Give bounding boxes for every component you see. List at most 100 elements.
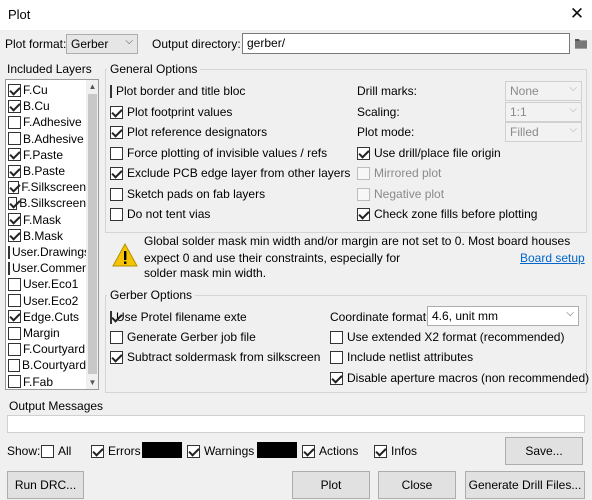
checkbox-unchecked[interactable] (330, 330, 343, 344)
general-option[interactable]: Plot reference designators (110, 125, 267, 139)
gerber-option[interactable]: Subtract soldermask from silkscreen (110, 350, 320, 364)
gerber-option[interactable]: Generate Gerber job file (110, 330, 256, 344)
checkbox-checked[interactable] (8, 148, 21, 162)
layer-item[interactable]: F.Paste (8, 147, 86, 163)
checkbox-checked[interactable] (8, 83, 21, 97)
checkbox-checked[interactable] (110, 125, 123, 139)
checkbox-checked[interactable] (8, 213, 21, 227)
layer-item[interactable]: F.Cu (8, 82, 86, 98)
general-option[interactable]: Exclude PCB edge layer from other layers (110, 166, 350, 180)
layer-item[interactable]: F.Courtyard (8, 341, 86, 357)
checkbox-unchecked[interactable] (110, 187, 123, 201)
checkbox-unchecked[interactable] (8, 245, 10, 259)
checkbox-unchecked[interactable] (41, 444, 54, 458)
checkbox-checked[interactable] (8, 99, 21, 113)
errors-color-swatch[interactable] (142, 442, 182, 458)
layer-item[interactable]: B.Paste (8, 163, 86, 179)
output-directory-input[interactable]: gerber/ (242, 33, 570, 54)
checkbox-unchecked[interactable] (8, 294, 21, 308)
checkbox-checked[interactable] (302, 444, 315, 458)
gerber-right-option[interactable]: Include netlist attributes (330, 350, 473, 364)
layer-item[interactable]: F.Fab (8, 374, 86, 389)
checkbox-checked[interactable] (8, 180, 20, 194)
layer-item[interactable]: F.Adhesive (8, 114, 86, 130)
filter-option[interactable]: Infos (374, 444, 417, 458)
checkbox-unchecked[interactable] (330, 350, 343, 364)
general-right-option[interactable]: Use drill/place file origin (357, 146, 501, 160)
layer-item[interactable]: User.Comments (8, 260, 86, 276)
checkbox-checked[interactable] (357, 146, 370, 160)
layer-item[interactable]: Margin (8, 325, 86, 341)
checkbox-unchecked[interactable] (8, 326, 21, 340)
checkbox-unchecked[interactable] (8, 261, 10, 275)
gerber-right-option[interactable]: Use extended X2 format (recommended) (330, 330, 564, 344)
checkbox-checked[interactable] (374, 444, 387, 458)
layer-item[interactable]: B.Courtyard (8, 357, 86, 373)
layer-item[interactable]: User.Drawings (8, 244, 86, 260)
checkbox-checked[interactable] (8, 310, 21, 324)
layer-item[interactable]: F.Mask (8, 212, 86, 228)
checkbox-unchecked[interactable] (8, 358, 20, 372)
run-drc-button[interactable]: Run DRC... (7, 471, 84, 499)
close-icon[interactable]: ✕ (566, 3, 588, 25)
layer-item[interactable]: F.Silkscreen (8, 179, 86, 195)
board-setup-link[interactable]: Board setup (520, 251, 585, 265)
included-layers-list[interactable]: ▲ ▼ F.Cu B.Cu F.Adhesive B.Adhesive F.Paste B… (5, 79, 99, 390)
coordinate-format-select[interactable]: 4.6, unit mm ⌵ (427, 306, 579, 326)
checkbox-checked[interactable] (8, 164, 21, 178)
checkbox-unchecked[interactable] (110, 146, 123, 160)
checkbox-unchecked[interactable] (110, 330, 123, 344)
gerber-right-option[interactable]: Disable aperture macros (non recommended… (330, 371, 589, 385)
layer-item[interactable]: User.Eco1 (8, 276, 86, 292)
filter-option[interactable]: All (41, 444, 71, 458)
general-option[interactable]: Force plotting of invisible values / ref… (110, 146, 327, 160)
checkbox-checked[interactable] (91, 444, 104, 458)
checkbox-checked[interactable] (110, 105, 123, 119)
general-option[interactable]: Plot border and title block (110, 84, 246, 98)
checkbox-unchecked[interactable] (110, 207, 123, 221)
checkbox-checked[interactable] (110, 350, 123, 364)
layer-item[interactable]: B.Adhesive (8, 131, 86, 147)
checkbox-unchecked[interactable] (110, 84, 112, 98)
layer-item[interactable]: B.Silkscreen (8, 195, 86, 211)
checkbox-checked[interactable] (357, 207, 370, 221)
checkbox-unchecked[interactable] (8, 277, 21, 291)
scroll-up-icon[interactable]: ▲ (86, 80, 98, 93)
checkbox-checked[interactable] (8, 196, 18, 210)
checkbox-checked[interactable] (8, 229, 21, 243)
filter-option[interactable]: Errors (91, 444, 141, 458)
checkbox-unchecked[interactable] (8, 115, 21, 129)
checkbox-checked[interactable] (110, 166, 123, 180)
checkbox-unchecked[interactable] (8, 375, 21, 389)
drill-marks-select[interactable]: None ⌵ (505, 81, 582, 101)
general-right-option[interactable]: Check zone fills before plotting (357, 207, 537, 221)
close-button[interactable]: Close (378, 471, 456, 499)
checkbox-checked[interactable] (330, 371, 343, 385)
general-option[interactable]: Plot footprint values (110, 105, 232, 119)
checkbox-checked[interactable] (187, 444, 200, 458)
scrollbar-thumb[interactable] (88, 94, 97, 374)
layer-item[interactable]: Edge.Cuts (8, 309, 86, 325)
gerber-option[interactable]: Use Protel filename extensions (110, 310, 246, 324)
checkbox-unchecked[interactable] (8, 132, 21, 146)
folder-icon[interactable] (574, 36, 588, 50)
filter-option[interactable]: Actions (302, 444, 358, 458)
filter-option[interactable]: Warnings (187, 444, 254, 458)
checkbox-checked[interactable] (110, 310, 112, 324)
generate-drill-files-button[interactable]: Generate Drill Files... (465, 471, 585, 499)
drill-marks-label: Drill marks: (357, 84, 417, 98)
scaling-select[interactable]: 1:1 ⌵ (505, 102, 582, 122)
layer-item[interactable]: B.Mask (8, 228, 86, 244)
checkbox-unchecked[interactable] (8, 342, 21, 356)
layer-item[interactable]: User.Eco2 (8, 293, 86, 309)
plot-mode-select[interactable]: Filled ⌵ (505, 122, 582, 142)
plot-format-select[interactable]: Gerber ⌵ (66, 34, 138, 54)
save-button[interactable]: Save... (505, 437, 583, 465)
general-option[interactable]: Do not tent vias (110, 207, 210, 221)
warnings-color-swatch[interactable] (257, 442, 297, 458)
general-option[interactable]: Sketch pads on fab layers (110, 187, 265, 201)
layers-scrollbar[interactable]: ▲ ▼ (86, 80, 98, 389)
scroll-down-icon[interactable]: ▼ (86, 376, 98, 389)
layer-item[interactable]: B.Cu (8, 98, 86, 114)
plot-button[interactable]: Plot (292, 471, 370, 499)
